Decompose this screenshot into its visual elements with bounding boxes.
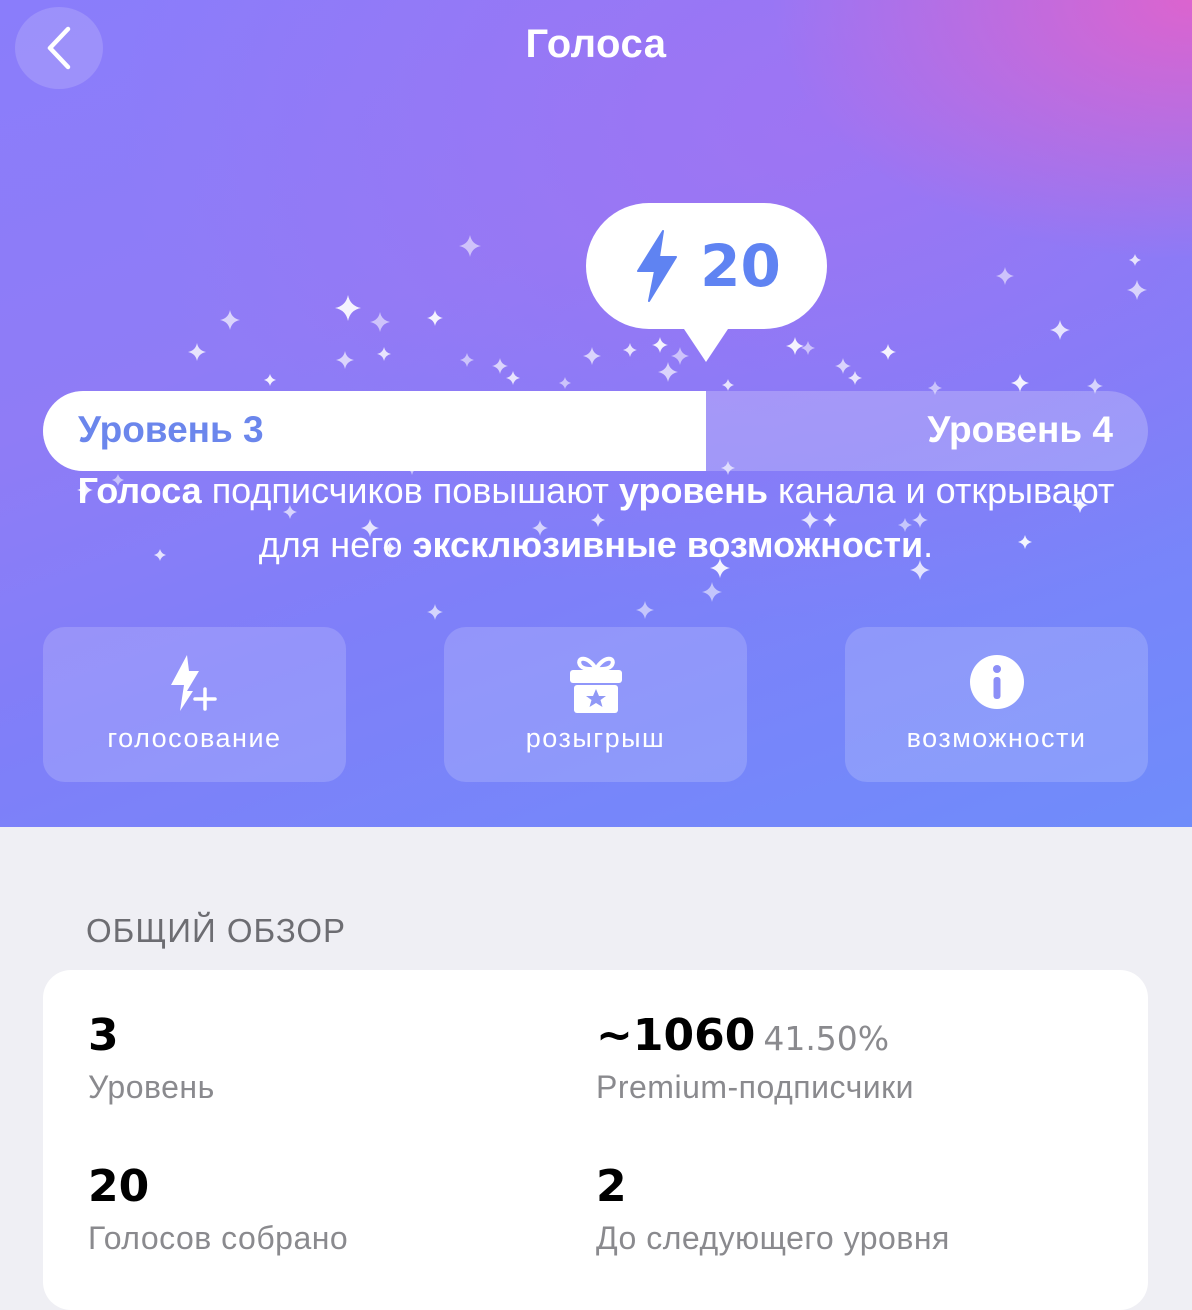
vote-button[interactable]: голосование xyxy=(43,627,346,782)
desc-bold-2: уровень xyxy=(618,470,768,511)
features-button-label: возможности xyxy=(906,723,1087,753)
current-level-label: Уровень 3 xyxy=(78,409,264,450)
stat-next-value: 2 xyxy=(596,1161,627,1212)
sparkle xyxy=(459,235,481,257)
sparkle xyxy=(786,337,804,355)
lightning-icon xyxy=(637,230,678,302)
hero-header: Голоса 20 Уровень 3 Уровень 4 Голоса под… xyxy=(0,0,1192,827)
sparkle xyxy=(1127,280,1147,300)
overview-section-title: ОБЩИЙ ОБЗОР xyxy=(86,912,347,949)
sparkle xyxy=(702,582,722,602)
stat-premium-percent: 41.50% xyxy=(763,1019,890,1058)
sparkle xyxy=(583,347,601,365)
boost-plus-icon xyxy=(170,655,217,711)
sparkle xyxy=(835,358,851,374)
sparkle xyxy=(492,358,508,374)
vote-button-label: голосование xyxy=(107,723,282,753)
stat-premium-value: ~1060 xyxy=(596,1010,756,1061)
sparkle xyxy=(460,353,474,367)
description-text: Голоса подписчиков повышают уровень кана… xyxy=(60,464,1132,572)
sparkle xyxy=(1011,374,1029,392)
stat-next-label: До следующего уровня xyxy=(596,1220,950,1256)
sparkle xyxy=(427,604,443,620)
sparkle xyxy=(801,341,815,355)
sparkle xyxy=(506,371,520,385)
overview-card: 3 Уровень ~1060 41.50% Premium-подписчики… xyxy=(43,970,1148,1310)
features-button[interactable]: возможности xyxy=(845,627,1148,782)
stat-premium: ~1060 41.50% Premium-подписчики xyxy=(596,1010,914,1106)
sparkle xyxy=(336,351,354,369)
stat-premium-label: Premium-подписчики xyxy=(596,1069,915,1105)
level-progress-bar: Уровень 3 Уровень 4 xyxy=(43,391,1148,471)
sparkle xyxy=(370,312,390,332)
sparkle xyxy=(377,347,391,361)
sparkle xyxy=(636,601,654,619)
giveaway-button-label: розыгрыш xyxy=(525,723,666,753)
sparkle xyxy=(1129,254,1141,266)
sparkle xyxy=(623,343,637,357)
sparkle xyxy=(335,295,361,321)
gift-icon xyxy=(569,656,622,713)
sparkle xyxy=(264,374,276,386)
page-title: Голоса xyxy=(525,22,667,66)
desc-bold-1: Голоса xyxy=(77,470,202,511)
desc-part-2: подписчиков повышают xyxy=(201,470,619,511)
giveaway-button[interactable]: розыгрыш xyxy=(444,627,747,782)
boost-count: 20 xyxy=(700,232,781,300)
desc-bold-3: эксклюзивные возможности xyxy=(412,524,924,565)
stat-votes-label: Голосов собрано xyxy=(88,1220,349,1256)
desc-part-6: . xyxy=(923,524,934,565)
sparkle xyxy=(1050,320,1070,340)
sparkle xyxy=(188,343,206,361)
sparkle xyxy=(658,362,678,382)
sparkle xyxy=(652,337,668,353)
sparkle xyxy=(722,379,734,391)
info-icon xyxy=(969,655,1024,709)
stat-next: 2 До следующего уровня xyxy=(596,1161,950,1257)
sparkle xyxy=(427,310,443,326)
sparkle xyxy=(996,267,1014,285)
sparkle xyxy=(220,310,240,330)
stat-level-value: 3 xyxy=(88,1010,119,1061)
stat-votes: 20 Голосов собрано xyxy=(88,1161,348,1257)
stat-level-label: Уровень xyxy=(88,1069,215,1105)
sparkle xyxy=(880,344,896,360)
sparkle xyxy=(559,377,571,389)
stat-votes-value: 20 xyxy=(88,1161,150,1212)
next-level-label: Уровень 4 xyxy=(927,409,1113,450)
boost-count-bubble: 20 xyxy=(586,203,827,329)
sparkle xyxy=(848,371,862,385)
stat-level: 3 Уровень xyxy=(88,1010,215,1106)
